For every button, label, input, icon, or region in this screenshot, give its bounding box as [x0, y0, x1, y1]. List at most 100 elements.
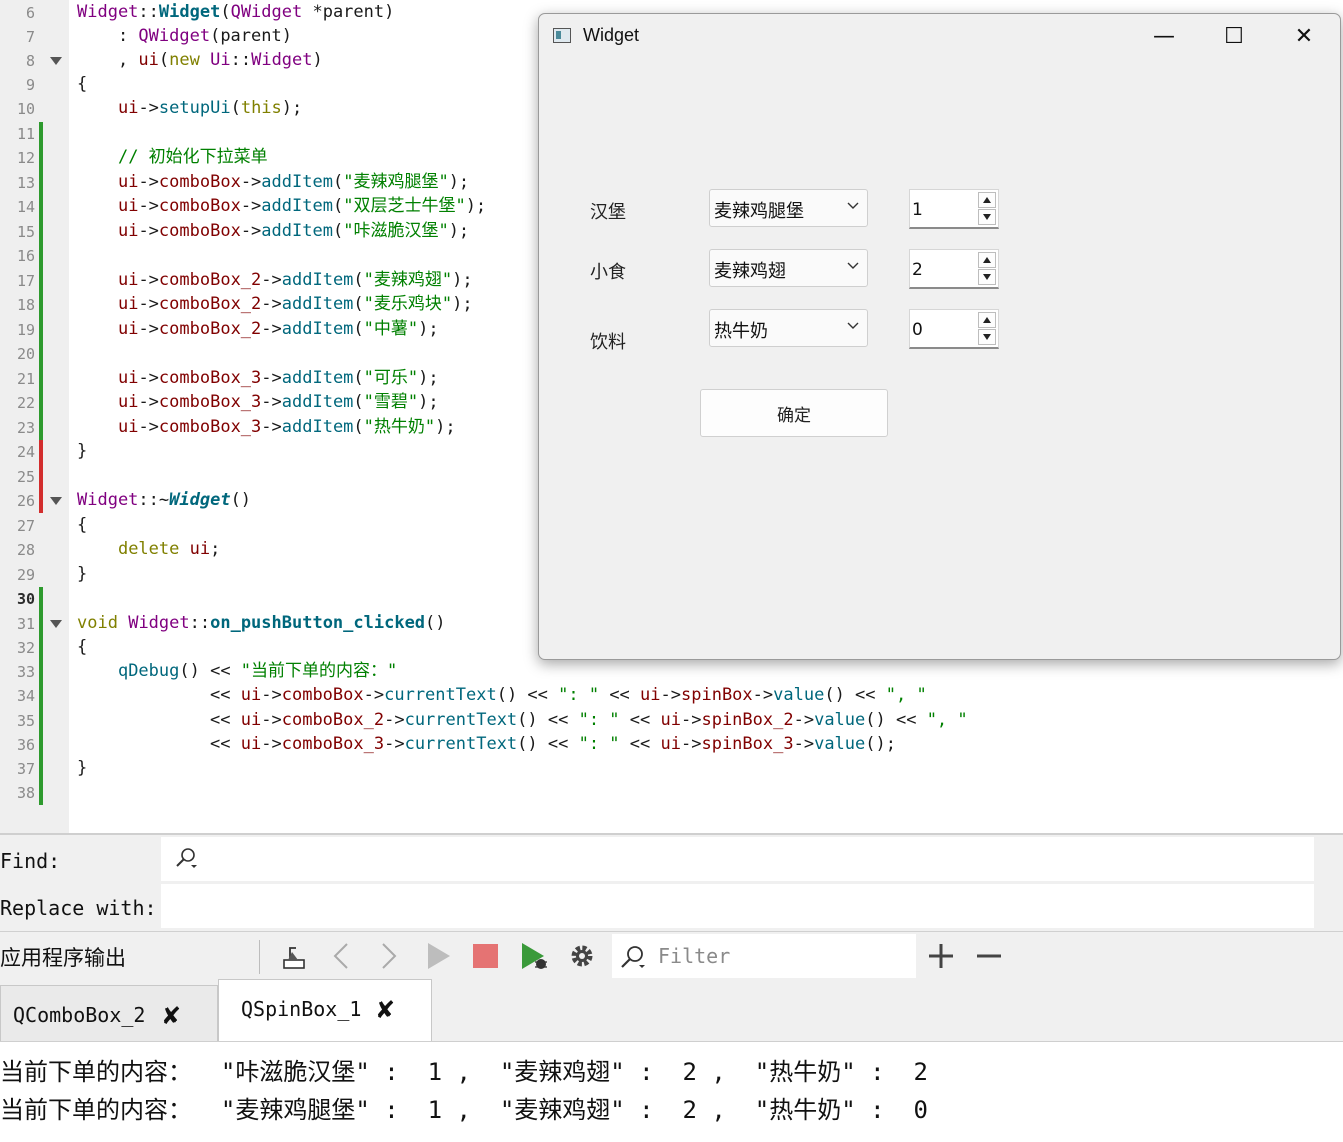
fold-arrow-icon[interactable]: [50, 57, 62, 65]
code-line[interactable]: ui->comboBox->addItem("咔滋脆汉堡");: [77, 220, 469, 242]
spinbox-burger[interactable]: 1: [909, 189, 999, 229]
line-number: 7: [25, 28, 35, 46]
line-number: 36: [16, 735, 35, 754]
code-line[interactable]: {: [77, 73, 87, 95]
line-number: 11: [16, 124, 35, 143]
maximize-button[interactable]: ☐: [1199, 14, 1269, 58]
line-number: 33: [16, 663, 35, 682]
line-number: 34: [16, 687, 35, 706]
line-number: 22: [16, 394, 35, 412]
code-line[interactable]: qDebug() << "当前下单的内容：": [77, 660, 397, 682]
spinbox-drink[interactable]: 0: [909, 309, 999, 349]
spin-up-arrow-icon[interactable]: [978, 192, 996, 208]
combo-burger[interactable]: 麦辣鸡腿堡: [709, 189, 868, 227]
find-label: Find:: [0, 849, 61, 873]
code-line[interactable]: ui->comboBox_3->addItem("可乐");: [77, 367, 439, 389]
output-toolbar: 应用程序输出 Filter: [0, 931, 1343, 981]
stop-icon[interactable]: [470, 940, 502, 972]
line-number: 20: [16, 345, 35, 363]
line-number: 17: [16, 271, 35, 290]
code-line[interactable]: ui->comboBox->addItem("双层芝士牛堡");: [77, 195, 486, 217]
window-titlebar[interactable]: Widget — ☐ ✕: [539, 14, 1340, 58]
combo-snack[interactable]: 麦辣鸡翅: [709, 249, 868, 287]
plus-icon[interactable]: [925, 940, 957, 972]
line-number: 35: [16, 711, 35, 730]
application-output[interactable]: 当前下单的内容： "咔滋脆汉堡" : 1 , "麦辣鸡翅" : 2 , "热牛奶…: [0, 1042, 1343, 1142]
code-line[interactable]: }: [77, 440, 87, 462]
find-bar-scrollbar[interactable]: [1314, 835, 1343, 929]
code-line[interactable]: delete ui;: [77, 538, 220, 560]
spin-down-arrow-icon[interactable]: [978, 329, 996, 345]
code-line[interactable]: }: [77, 757, 87, 779]
code-line[interactable]: << ui->comboBox_3->currentText() << ": "…: [77, 733, 896, 755]
line-number: 12: [16, 149, 35, 167]
spin-up-arrow-icon[interactable]: [978, 312, 996, 328]
gear-icon[interactable]: [566, 940, 598, 972]
spinbox-drink-value: 0: [912, 320, 923, 340]
find-input[interactable]: [161, 837, 1314, 881]
spin-down-arrow-icon[interactable]: [978, 269, 996, 285]
code-line[interactable]: ui->comboBox_2->addItem("麦乐鸡块");: [77, 293, 473, 315]
close-tab-icon[interactable]: ✘: [161, 1002, 181, 1030]
code-line[interactable]: ui->comboBox_2->addItem("中薯");: [77, 318, 439, 340]
change-marker: [39, 121, 43, 440]
line-number: 18: [16, 296, 35, 314]
code-line[interactable]: ui->setupUi(this);: [77, 97, 302, 119]
confirm-button[interactable]: 确定: [700, 389, 888, 437]
clear-output-icon[interactable]: [278, 940, 310, 972]
toolbar-divider: [259, 940, 260, 974]
line-number: 30: [16, 590, 35, 608]
spinbox-snack[interactable]: 2: [909, 249, 999, 289]
replace-label: Replace with:: [0, 896, 157, 920]
next-arrow-icon[interactable]: [372, 940, 404, 972]
output-line: 当前下单的内容： "麦辣鸡腿堡" : 1 , "麦辣鸡翅" : 2 , "热牛奶…: [0, 1096, 928, 1124]
filter-input[interactable]: Filter: [612, 934, 916, 978]
code-line[interactable]: << ui->comboBox_2->currentText() << ": "…: [77, 709, 968, 731]
replace-input[interactable]: [161, 884, 1314, 928]
close-button[interactable]: ✕: [1269, 14, 1339, 58]
debug-run-icon[interactable]: [518, 940, 550, 972]
fold-arrow-icon[interactable]: [50, 619, 62, 628]
spinbox-burger-value: 1: [912, 200, 923, 220]
output-pane-title: 应用程序输出: [0, 946, 126, 970]
combo-drink[interactable]: 热牛奶: [709, 309, 868, 347]
run-icon[interactable]: [422, 940, 454, 972]
close-tab-icon[interactable]: ✘: [375, 996, 395, 1024]
line-number: 32: [16, 639, 35, 657]
code-line[interactable]: ui->comboBox_3->addItem("雪碧");: [77, 391, 439, 413]
tab-qspinbox-1[interactable]: QSpinBox_1 ✘: [218, 979, 432, 1041]
code-line[interactable]: // 初始化下拉菜单: [77, 146, 268, 168]
code-line[interactable]: , ui(new Ui::Widget): [77, 49, 323, 71]
chevron-down-icon: [847, 262, 859, 269]
code-line[interactable]: Widget::Widget(QWidget *parent): [77, 1, 394, 23]
code-line[interactable]: ui->comboBox->addItem("麦辣鸡腿堡");: [77, 171, 469, 193]
minimize-button[interactable]: —: [1129, 14, 1199, 58]
previous-arrow-icon[interactable]: [326, 940, 358, 972]
line-number: 24: [16, 443, 35, 461]
search-icon[interactable]: [620, 944, 646, 970]
line-number: 13: [16, 173, 35, 192]
line-number: 38: [16, 784, 35, 803]
code-line[interactable]: Widget::~Widget(): [77, 489, 251, 511]
code-line[interactable]: ui->comboBox_2->addItem("麦辣鸡翅");: [77, 269, 473, 291]
minus-icon[interactable]: [973, 940, 1005, 972]
combo-burger-value: 麦辣鸡腿堡: [714, 201, 804, 222]
code-line[interactable]: {: [77, 636, 87, 658]
chevron-down-icon: [847, 202, 859, 209]
line-number: 23: [16, 418, 35, 437]
line-number: 26: [16, 492, 35, 510]
code-line[interactable]: }: [77, 563, 87, 585]
fold-arrow-icon[interactable]: [50, 497, 62, 505]
spin-down-arrow-icon[interactable]: [978, 209, 996, 225]
line-number: 9: [25, 76, 35, 94]
code-line[interactable]: << ui->comboBox->currentText() << ": " <…: [77, 684, 927, 706]
code-line[interactable]: ui->comboBox_3->addItem("热牛奶");: [77, 416, 456, 438]
tab-qcombobox-2[interactable]: QComboBox_2 ✘: [0, 985, 218, 1041]
spin-up-arrow-icon[interactable]: [978, 252, 996, 268]
code-line[interactable]: {: [77, 514, 87, 536]
search-icon[interactable]: [175, 847, 197, 869]
output-tabs: QComboBox_2 ✘ QSpinBox_1 ✘: [0, 979, 1343, 1042]
code-line[interactable]: : QWidget(parent): [77, 25, 292, 47]
combo-snack-value: 麦辣鸡翅: [714, 261, 786, 282]
code-line[interactable]: void Widget::on_pushButton_clicked(): [77, 612, 446, 634]
